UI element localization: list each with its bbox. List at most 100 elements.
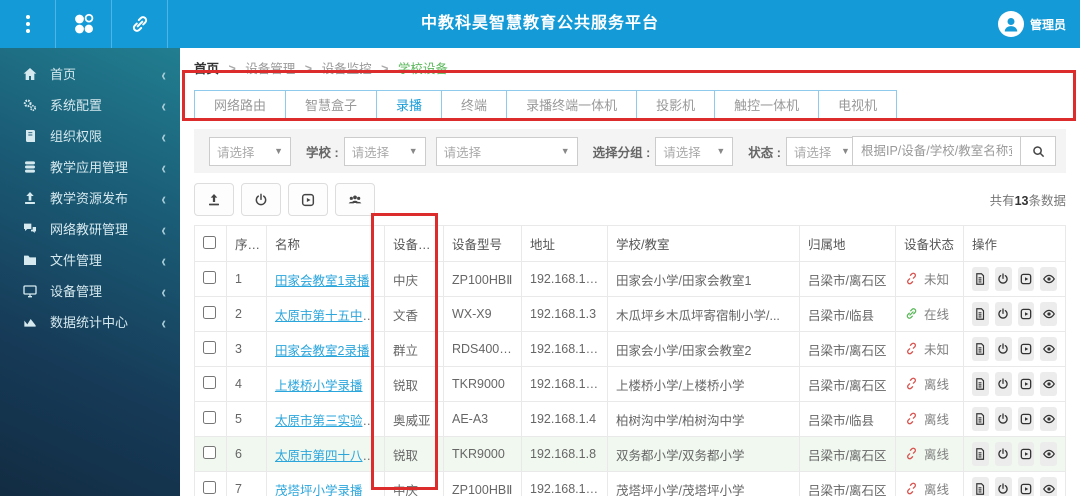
cell-name: 田家会教室1录播: [266, 261, 385, 297]
eye-icon: [1042, 484, 1055, 494]
device-name-link[interactable]: 太原市第十五中学录播: [275, 309, 384, 323]
breadcrumb-separator: >: [304, 62, 313, 76]
status-select[interactable]: 请选择 ▼: [785, 136, 858, 166]
tab-network-router[interactable]: 网络路由: [194, 90, 287, 121]
row-detail-button[interactable]: [972, 372, 989, 396]
select-value: 请选择: [443, 145, 482, 160]
row-detail-button[interactable]: [972, 407, 989, 431]
device-name-link[interactable]: 太原市第四十八中学...: [275, 449, 384, 463]
row-power-button[interactable]: [994, 407, 1012, 431]
cell-area: 吕梁市/离石区: [799, 261, 896, 297]
select-all-checkbox[interactable]: [203, 235, 216, 249]
sidebar-item-system-config[interactable]: 系统配置 ‹: [0, 89, 180, 120]
eye-icon: [1042, 309, 1055, 319]
school-select-2[interactable]: 请选择 ▼: [435, 136, 578, 166]
device-name-link[interactable]: 太原市第三实验中学...: [275, 414, 384, 428]
sidebar-menu: 首页 ‹ 系统配置 ‹ 组织权限 ‹ 教学应用管理 ‹ 教学资源发布 ‹ 网络教…: [0, 48, 180, 337]
row-checkbox-cell: [194, 261, 227, 297]
row-view-button[interactable]: [1040, 442, 1057, 466]
sidebar-item-device-management[interactable]: 设备管理 ‹: [0, 275, 180, 306]
device-name-link[interactable]: 茂塔坪小学录播: [275, 484, 363, 496]
sidebar-item-label: 网络教研管理: [50, 222, 129, 237]
tab-touch-aio[interactable]: 触控一体机: [714, 90, 820, 121]
row-detail-button[interactable]: [972, 477, 989, 496]
cell-actions: [963, 401, 1066, 437]
bulk-play-button[interactable]: [288, 183, 328, 216]
row-power-button[interactable]: [994, 267, 1012, 291]
bulk-group-button[interactable]: [335, 183, 375, 216]
bulk-power-button[interactable]: [241, 183, 281, 216]
row-view-button[interactable]: [1040, 337, 1057, 361]
tab-terminal[interactable]: 终端: [441, 90, 508, 121]
app-logo-icon: [74, 13, 93, 34]
row-checkbox[interactable]: [203, 446, 216, 459]
row-power-button[interactable]: [994, 302, 1012, 326]
status-text: 未知: [924, 343, 950, 357]
cell-ip: 192.168.1.8: [521, 436, 608, 472]
row-checkbox[interactable]: [203, 306, 216, 319]
row-play-button[interactable]: [1017, 267, 1035, 291]
row-checkbox[interactable]: [203, 481, 216, 494]
row-view-button[interactable]: [1040, 477, 1057, 496]
row-checkbox[interactable]: [203, 411, 216, 424]
device-name-link[interactable]: 田家会教室2录播: [275, 344, 369, 358]
breadcrumb-device-monitor[interactable]: 设备监控: [322, 62, 372, 76]
row-power-button[interactable]: [994, 337, 1012, 361]
tab-smart-box[interactable]: 智慧盒子: [285, 90, 378, 121]
row-play-button[interactable]: [1017, 372, 1035, 396]
database-icon: [22, 158, 39, 175]
kebab-menu-button[interactable]: [0, 0, 56, 48]
sidebar-item-teaching-apps[interactable]: 教学应用管理 ‹: [0, 151, 180, 182]
row-play-button[interactable]: [1017, 302, 1035, 326]
row-checkbox[interactable]: [203, 376, 216, 389]
play-square-icon: [301, 193, 315, 206]
sidebar-item-online-research[interactable]: 网络教研管理 ‹: [0, 213, 180, 244]
sidebar-item-data-statistics[interactable]: 数据统计中心 ‹: [0, 306, 180, 337]
upload-icon: [209, 193, 219, 205]
sidebar-item-file-management[interactable]: 文件管理 ‹: [0, 244, 180, 275]
row-power-button[interactable]: [994, 372, 1012, 396]
row-view-button[interactable]: [1040, 372, 1057, 396]
row-detail-button[interactable]: [972, 442, 989, 466]
row-play-button[interactable]: [1017, 477, 1035, 496]
row-power-button[interactable]: [994, 477, 1012, 496]
link-shortcut-button[interactable]: [112, 0, 168, 48]
bulk-upload-button[interactable]: [194, 183, 234, 216]
cell-model: RDS4000-V1: [443, 331, 522, 367]
search-button[interactable]: [1020, 136, 1056, 166]
avatar: [997, 11, 1024, 37]
row-view-button[interactable]: [1040, 302, 1057, 326]
app-logo-button[interactable]: [56, 0, 112, 48]
device-name-link[interactable]: 田家会教室1录播: [275, 274, 369, 288]
row-play-button[interactable]: [1017, 337, 1035, 361]
row-detail-button[interactable]: [972, 267, 989, 291]
user-menu[interactable]: 管理员: [997, 0, 1066, 48]
row-power-button[interactable]: [994, 442, 1012, 466]
search-input[interactable]: [852, 136, 1020, 166]
tab-tv[interactable]: 电视机: [818, 90, 898, 121]
row-checkbox[interactable]: [203, 341, 216, 354]
row-play-button[interactable]: [1017, 442, 1035, 466]
chevron-left-icon: ‹: [161, 125, 166, 146]
sidebar-item-resource-publish[interactable]: 教学资源发布 ‹: [0, 182, 180, 213]
breadcrumb-device-management[interactable]: 设备管理: [245, 62, 295, 76]
cell-status: 未知: [895, 331, 964, 367]
tab-projector[interactable]: 投影机: [636, 90, 716, 121]
row-view-button[interactable]: [1040, 407, 1057, 431]
cell-index: 6: [226, 436, 267, 472]
row-detail-button[interactable]: [972, 302, 989, 326]
sidebar-item-org-permissions[interactable]: 组织权限 ‹: [0, 120, 180, 151]
sidebar-item-label: 教学资源发布: [50, 191, 129, 206]
device-name-link[interactable]: 上楼桥小学录播: [275, 379, 363, 393]
sidebar-item-home[interactable]: 首页 ‹: [0, 58, 180, 89]
row-detail-button[interactable]: [972, 337, 989, 361]
tab-recording-terminal-aio[interactable]: 录播终端一体机: [506, 90, 638, 121]
row-play-button[interactable]: [1017, 407, 1035, 431]
row-view-button[interactable]: [1040, 267, 1057, 291]
row-checkbox[interactable]: [203, 271, 216, 284]
filter-select-primary[interactable]: 请选择 ▼: [209, 136, 291, 166]
school-select-1[interactable]: 请选择 ▼: [343, 136, 426, 166]
group-select[interactable]: 请选择 ▼: [655, 136, 734, 166]
breadcrumb-home[interactable]: 首页: [194, 62, 219, 76]
tab-recording[interactable]: 录播: [376, 90, 443, 121]
